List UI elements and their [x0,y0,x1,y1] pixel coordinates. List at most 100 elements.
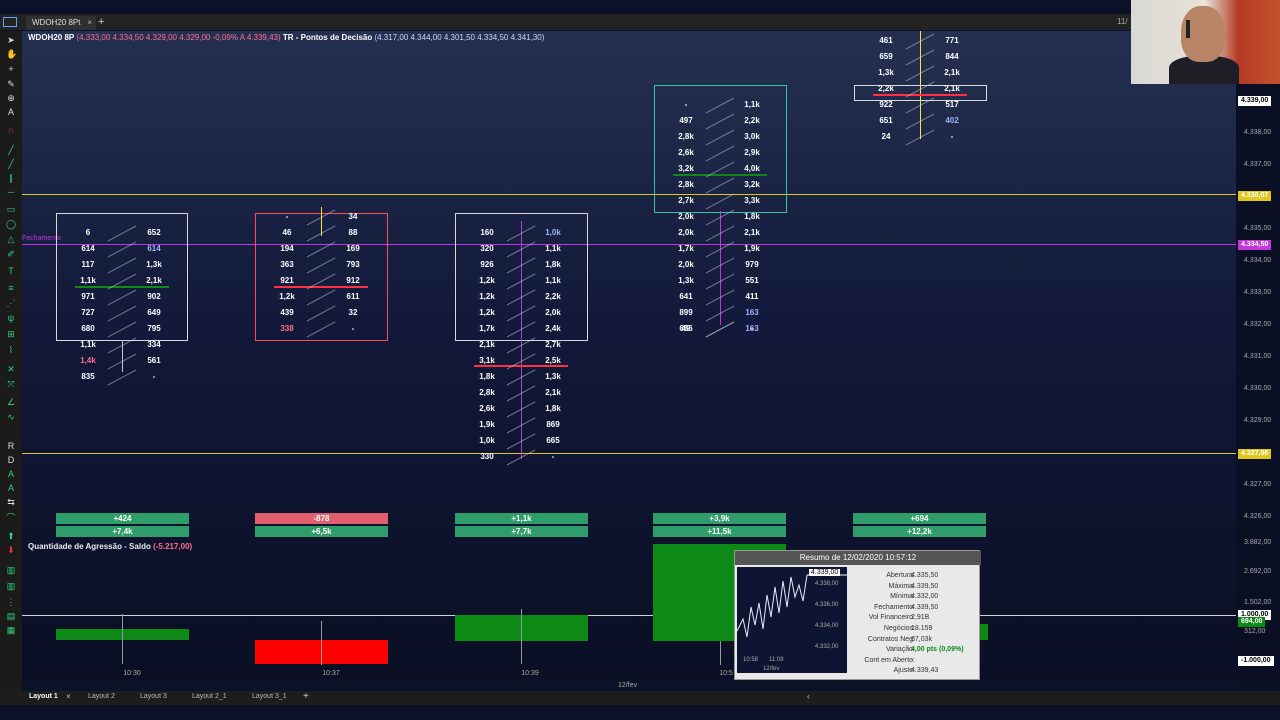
footprint-ask-cell: 1,1k [744,100,760,109]
footprint-bid-cell: 1,3k [678,276,694,285]
price-axis-label: 4.334,00 [1244,257,1272,264]
price-axis-label: -1.000,00 [1238,656,1274,666]
bars2-icon[interactable]: ▥ [6,581,16,591]
delta-bottom-bar-1: +7,4k [56,526,189,537]
headset-icon [1186,20,1190,38]
text-tool-icon[interactable]: A [6,107,16,117]
measure-icon[interactable]: ⊞ [6,329,16,339]
layout-tab-2[interactable]: Layout 2 [88,693,115,700]
arrow-up-icon[interactable]: ⬆ [6,531,16,541]
brush-tool-icon[interactable]: ✐ [6,249,16,259]
footprint-bid-cell: 659 [879,52,893,61]
footprint-bid-cell: 24 [881,132,891,141]
tooltip-row: Variação: 4,00 pts (0,09%) [847,645,977,655]
line-tool-icon[interactable]: ╱ [6,145,16,155]
price-axis-label: 4.327,96 [1238,449,1272,459]
footprint-ask-cell: 611 [346,292,360,301]
hand-icon[interactable]: ✋ [6,49,17,59]
tab-close-icon[interactable]: × [87,16,92,30]
text-note-icon[interactable]: T [6,266,16,276]
footprint-bid-cell: 2,1k [479,340,495,349]
cross-tool-icon[interactable]: ✕ [6,364,16,374]
pencil-icon[interactable]: ✎ [6,79,16,89]
b-marker-icon[interactable]: A [6,483,16,493]
footprint-bid-cell: 727 [81,308,95,317]
tooltip-key: Cont em Aberto: [864,656,915,664]
footprint-bid-cell: 2,6k [479,404,495,413]
grid-icon[interactable]: ▦ [6,625,16,635]
footprint-bid-cell: 1,9k [479,420,495,429]
layout-tab-3[interactable]: Layout 3 [140,693,167,700]
footprint-ask-cell: 2,0k [545,308,561,317]
arrow-down-icon[interactable]: ⬇ [6,545,16,555]
tooltip-value: 67,03k [911,635,933,643]
pitchfork-icon[interactable]: ψ [6,313,16,323]
d-marker-icon[interactable]: D [6,455,16,465]
footprint-bid-cell: 1,4k [80,356,96,365]
new-tab-button[interactable]: + [98,16,104,29]
gann-icon[interactable]: ⋰ [6,298,16,308]
footprint-bid-cell: 497 [679,116,693,125]
footprint-ask-cell: 1,3k [545,372,561,381]
ruler-icon[interactable]: ⋮ [6,597,16,607]
scroll-left-icon[interactable]: ‹ [807,692,810,701]
crosshair-icon[interactable]: + [6,64,16,74]
close-line[interactable] [22,244,1236,245]
cycle-icon[interactable]: ⌇ [6,345,16,355]
fibonacci-icon[interactable]: ≡ [6,283,16,293]
r-marker-icon[interactable]: R [6,441,16,451]
price-axis-label: 3.882,00 [1244,539,1272,546]
layout-close-icon[interactable]: × [66,692,71,701]
footprint-ask-cell: 1,8k [545,404,561,413]
rectangle-tool-icon[interactable]: ▭ [6,204,16,214]
layout-tab-1[interactable]: Layout 1 [29,693,58,700]
footprint-bid-cell: 2,7k [678,196,694,205]
angle-tool-icon[interactable]: ∠ [6,397,16,407]
poc-marker-2 [274,286,368,288]
zoom-icon[interactable]: ⊕ [6,93,16,103]
price-axis[interactable]: 4.339,00 4.338,00 4.337,00 4.336,07 4.335,00… [1236,31,1280,681]
footprint-ask-cell: 1,1k [545,244,561,253]
triangle-tool-icon[interactable]: △ [6,234,16,244]
ellipse-tool-icon[interactable]: ◯ [6,219,16,229]
decision-line-upper[interactable] [22,194,1236,195]
footprint-bid-cell: 320 [480,244,494,253]
footprint-spine-4 [720,211,721,325]
pointer-icon[interactable]: ➤ [6,35,16,45]
footprint-bid-cell: - [684,100,688,109]
footprint-bid-cell: 835 [81,372,95,381]
tooltip-value: 4.335,50 [911,572,939,579]
price-axis-label: 4.331,00 [1244,353,1272,360]
bars-icon[interactable]: ▥ [6,565,16,575]
decision-line-lower[interactable] [22,453,1236,454]
tooltip-key: Fechamento: [874,603,915,611]
price-axis-label: 4.332,00 [1244,321,1272,328]
wick-1 [122,614,123,664]
a-marker-icon[interactable]: A [6,469,16,479]
footprint-ask-cell: - [351,324,355,333]
footprint-bid-cell: 1,1k [80,276,96,285]
time-label-2: 10:37 [322,670,340,677]
add-layout-button[interactable]: + [303,691,309,702]
magnet-icon[interactable]: ∩ [6,125,16,135]
footprint-bid-cell: 3,2k [678,164,694,173]
channel-tool-icon[interactable]: ∥ [6,173,16,183]
arrows-tool-icon[interactable]: ⤧ [6,379,16,389]
poc-marker-4 [673,174,767,176]
lines-icon[interactable]: ⇆ [6,497,16,507]
time-label-1: 10:30 [123,670,141,677]
chart-app-icon[interactable] [3,17,17,27]
volume-icon[interactable]: ▤ [6,611,16,621]
tab-chart[interactable]: WDOH20 8Pt × [26,16,96,30]
footprint-bid-cell: 2,8k [678,132,694,141]
footprint-bid-cell: 160 [480,228,494,237]
ray-tool-icon[interactable]: ╱ [6,159,16,169]
footprint-chart-area[interactable]: WDOH20 8P (4.333,00 4.334,50 4.329,00 4.… [22,31,1236,678]
hline-tool-icon[interactable]: ─ [6,187,16,197]
footprint-ask-cell: 2,5k [545,356,561,365]
layout-tab-5[interactable]: Layout 3_1 [252,693,287,700]
footprint-ask-cell: 1,1k [545,276,561,285]
wave-tool-icon[interactable]: ∿ [6,412,16,422]
path-icon[interactable]: ⌒ [6,513,16,523]
layout-tab-4[interactable]: Layout 2_1 [192,693,227,700]
